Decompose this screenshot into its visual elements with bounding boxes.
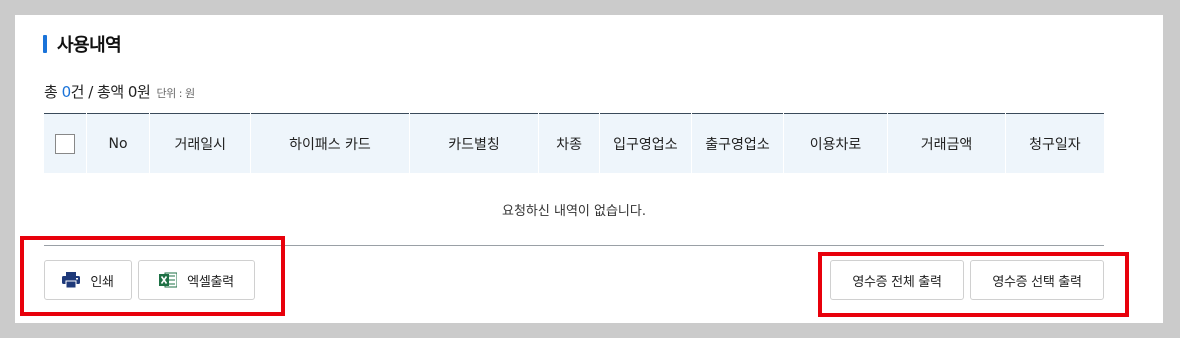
column-header-datetime[interactable]: 거래일시 <box>149 113 252 173</box>
summary-amount-suffix: 원 <box>136 83 151 101</box>
column-header-exit-office[interactable]: 출구영업소 <box>691 113 785 173</box>
column-header-vehicle-type[interactable]: 차종 <box>538 113 600 173</box>
column-header-billing-date[interactable]: 청구일자 <box>1005 113 1104 173</box>
column-header-amount[interactable]: 거래금액 <box>887 113 1006 173</box>
title-accent-bar <box>43 35 47 53</box>
summary-count: 0 <box>61 83 72 101</box>
usage-table: No 거래일시 하이패스 카드 카드별칭 차종 입구영업소 출구영업소 이용차로… <box>44 113 1104 246</box>
column-header-lane[interactable]: 이용차로 <box>783 113 889 173</box>
summary-total-prefix: 총 <box>44 83 62 101</box>
summary-count-suffix: 건 / 총액 <box>70 83 128 101</box>
select-all-header <box>44 113 87 173</box>
select-all-checkbox[interactable] <box>54 133 75 154</box>
table-header-row: No 거래일시 하이패스 카드 카드별칭 차종 입구영업소 출구영업소 이용차로… <box>44 113 1104 173</box>
table-empty-row: 요청하신 내역이 없습니다. <box>44 173 1104 246</box>
highlight-box-right <box>818 252 1129 317</box>
section-header: 사용내역 <box>43 31 122 57</box>
column-header-entry-office[interactable]: 입구영업소 <box>599 113 692 173</box>
section-title: 사용내역 <box>57 35 122 56</box>
summary-unit-label: 단위 : 원 <box>156 87 196 100</box>
column-header-hipass-card[interactable]: 하이패스 카드 <box>250 113 410 173</box>
summary-line: 총 0건 / 총액 0원 단위 : 원 <box>44 81 195 102</box>
summary-amount: 0 <box>127 83 138 101</box>
empty-message: 요청하신 내역이 없습니다. <box>44 173 1104 246</box>
highlight-box-left <box>20 236 285 316</box>
column-header-card-alias[interactable]: 카드별칭 <box>409 113 540 173</box>
column-header-no[interactable]: No <box>86 113 151 173</box>
